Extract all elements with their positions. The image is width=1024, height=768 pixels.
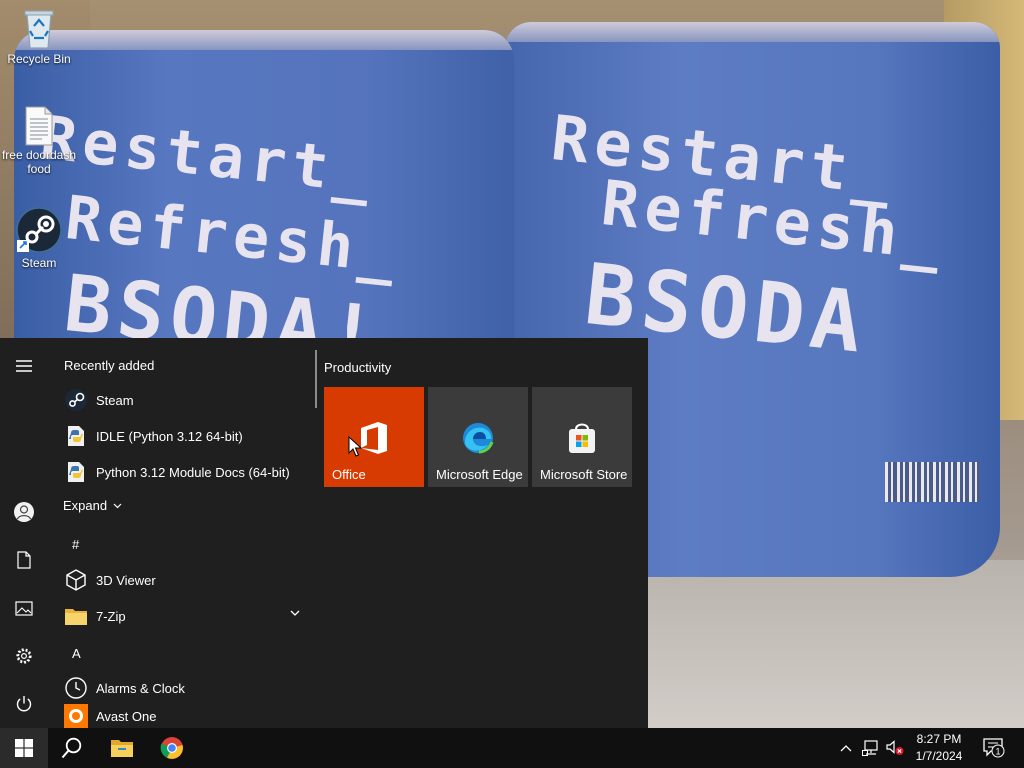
- user-account-button[interactable]: [0, 492, 48, 532]
- taskbar-file-explorer[interactable]: [98, 728, 146, 768]
- search-icon: [61, 737, 82, 759]
- app-label: 3D Viewer: [96, 572, 156, 588]
- 3d-viewer-icon: [66, 569, 86, 591]
- cup-barcode: [885, 462, 980, 502]
- text-file-icon: [25, 106, 53, 146]
- desktop-icon-free-doordash-food[interactable]: free doordash food: [1, 106, 77, 176]
- app-label: Avast One: [96, 708, 157, 724]
- clock-date: 1/7/2024: [915, 749, 963, 763]
- tile-microsoft-edge[interactable]: Microsoft Edge: [428, 387, 528, 487]
- chevron-down-icon: [113, 503, 122, 508]
- settings-icon: [16, 648, 32, 664]
- hamburger-menu-icon: [16, 360, 32, 372]
- documents-icon: [17, 551, 31, 569]
- app-label: Steam: [96, 392, 134, 408]
- settings-button[interactable]: [0, 636, 48, 676]
- chevron-up-icon: [840, 745, 852, 752]
- start-menu: Recently added Steam IDLE (Python 3.12 6…: [0, 338, 648, 728]
- action-center-button[interactable]: 1: [980, 728, 1008, 768]
- clock-time: 8:27 PM: [916, 732, 962, 746]
- show-hidden-icons-button[interactable]: [836, 728, 856, 768]
- app-label: Alarms & Clock: [96, 680, 185, 696]
- start-menu-rail: [0, 338, 48, 728]
- recently-added-heading: Recently added: [64, 358, 155, 373]
- app-label: IDLE (Python 3.12 64-bit): [96, 428, 243, 444]
- avast-icon: [64, 704, 88, 728]
- app-item-idle[interactable]: IDLE (Python 3.12 64-bit): [48, 418, 312, 454]
- chevron-down-icon[interactable]: [290, 610, 300, 617]
- power-icon: [16, 696, 32, 712]
- taskbar: 8:27 PM 1/7/2024 1: [0, 728, 1024, 768]
- taskbar-chrome[interactable]: [148, 728, 196, 768]
- app-label: 7-Zip: [96, 608, 126, 624]
- notification-count: 1: [995, 747, 1000, 757]
- office-icon: [361, 422, 387, 454]
- search-button[interactable]: [48, 728, 96, 768]
- alarm-clock-icon: [65, 677, 87, 699]
- app-item-avast-one[interactable]: Avast One: [48, 698, 312, 728]
- expand-menu-button[interactable]: [0, 346, 48, 386]
- app-item-3d-viewer[interactable]: 3D Viewer: [48, 562, 312, 598]
- volume-button[interactable]: [884, 728, 906, 768]
- app-label: Python 3.12 Module Docs (64-bit): [96, 464, 290, 480]
- app-folder-7zip[interactable]: 7-Zip: [48, 598, 312, 634]
- expand-recent-button[interactable]: Expand: [63, 498, 122, 513]
- desktop-icon-steam[interactable]: Steam: [1, 206, 77, 270]
- letter-heading-a[interactable]: A: [72, 646, 81, 661]
- tile-label: Microsoft Edge: [436, 467, 523, 482]
- store-icon: [569, 423, 595, 453]
- tile-group-title[interactable]: Productivity: [324, 360, 391, 375]
- network-icon: [862, 740, 878, 756]
- folder-icon: [65, 609, 87, 625]
- tile-label: Microsoft Store: [540, 467, 628, 482]
- desktop-icon-recycle-bin[interactable]: Recycle Bin: [1, 6, 77, 66]
- user-account-icon: [14, 502, 34, 522]
- steam-icon: [16, 207, 62, 253]
- tile-office[interactable]: Office: [324, 387, 424, 487]
- start-menu-app-list: Recently added Steam IDLE (Python 3.12 6…: [48, 338, 312, 728]
- cup-rim: [14, 30, 514, 50]
- desktop-icon-label: free doordash food: [1, 148, 77, 176]
- app-item-python-module-docs[interactable]: Python 3.12 Module Docs (64-bit): [48, 454, 312, 490]
- tile-microsoft-store[interactable]: Microsoft Store: [532, 387, 632, 487]
- tile-label: Office: [332, 467, 366, 482]
- file-explorer-icon: [111, 740, 133, 757]
- desktop-icon-label: Steam: [21, 256, 57, 270]
- python-docs-icon: [68, 462, 84, 482]
- expand-label: Expand: [63, 498, 108, 513]
- cup-rim: [505, 22, 1000, 42]
- app-item-steam[interactable]: Steam: [48, 382, 312, 418]
- pictures-button[interactable]: [0, 588, 48, 628]
- recycle-bin-icon: [24, 10, 54, 49]
- windows-start-icon: [15, 739, 33, 757]
- power-button[interactable]: [0, 684, 48, 724]
- chrome-icon: [160, 737, 183, 759]
- python-icon: [68, 426, 84, 446]
- taskbar-clock[interactable]: 8:27 PM 1/7/2024: [906, 730, 972, 766]
- desktop-icon-label: Recycle Bin: [7, 52, 71, 66]
- documents-button[interactable]: [0, 540, 48, 580]
- app-list-scrollbar[interactable]: [315, 350, 317, 408]
- letter-heading-hash[interactable]: #: [72, 537, 79, 552]
- volume-muted-icon: [886, 740, 904, 755]
- pictures-icon: [15, 600, 33, 616]
- start-button[interactable]: [0, 728, 48, 768]
- network-status-button[interactable]: [860, 728, 882, 768]
- edge-icon: [463, 423, 494, 454]
- notification-icon: 1: [983, 738, 1005, 758]
- steam-icon: [65, 389, 87, 411]
